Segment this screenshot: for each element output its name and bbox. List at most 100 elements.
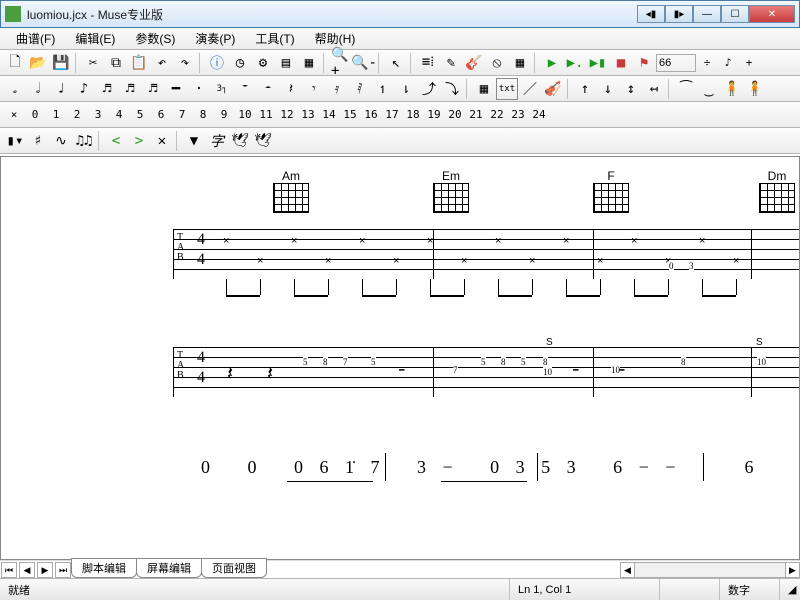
marker-icon[interactable]: ▼ <box>183 130 205 152</box>
fret-9[interactable]: 9 <box>214 104 234 126</box>
fretgrid-icon[interactable]: ▦ <box>473 78 495 100</box>
beam-icon[interactable]: ♫♫ <box>73 130 95 152</box>
dot-icon[interactable]: · <box>188 78 210 100</box>
fret-18[interactable]: 18 <box>403 104 423 126</box>
rest-16th-icon[interactable]: 𝄿 <box>326 78 348 100</box>
cut-icon[interactable]: ✂ <box>82 52 104 74</box>
undo-icon[interactable]: ↶ <box>151 52 173 74</box>
decresc-icon[interactable]: > <box>128 130 150 152</box>
tab-screen-edit[interactable]: 屏幕编辑 <box>136 558 202 578</box>
next-window-button[interactable]: ▮▸ <box>665 5 693 23</box>
trill-icon[interactable]: ∿ <box>50 130 72 152</box>
rest-whole-icon[interactable]: 𝄻 <box>234 78 256 100</box>
copy-icon[interactable]: ⧉ <box>105 52 127 74</box>
stem-down-icon[interactable]: ⇂ <box>395 78 417 100</box>
fret-6[interactable]: 6 <box>151 104 171 126</box>
menu-play[interactable]: 演奏(P) <box>185 28 245 49</box>
fret-2[interactable]: 2 <box>67 104 87 126</box>
person2-icon[interactable]: 🧍 <box>744 78 766 100</box>
arrow-down-icon[interactable]: ↓ <box>597 78 619 100</box>
close-button[interactable]: ✕ <box>749 5 795 23</box>
textbox-icon[interactable]: txt <box>496 78 518 100</box>
tempo-div-icon[interactable]: ÷ <box>697 52 717 74</box>
fret-5[interactable]: 5 <box>130 104 150 126</box>
fret-24[interactable]: 24 <box>529 104 549 126</box>
maximize-button[interactable]: ☐ <box>721 5 749 23</box>
fret-17[interactable]: 17 <box>382 104 402 126</box>
doc2-icon[interactable]: ▦ <box>298 52 320 74</box>
tempo-field[interactable]: 66 <box>656 54 696 72</box>
note-whole-icon[interactable]: 𝅗 <box>4 78 26 100</box>
tab-last-icon[interactable]: ⏭ <box>55 562 71 578</box>
slur-up-icon[interactable]: ‿ <box>698 78 720 100</box>
resize-grip-icon[interactable]: ◢ <box>780 579 800 600</box>
tab-script-edit[interactable]: 脚本编辑 <box>71 558 137 578</box>
tie-icon[interactable]: 3┐ <box>211 78 233 100</box>
note-eighth-icon[interactable]: ♪ <box>73 78 95 100</box>
new-icon[interactable]: 🗋 <box>4 52 26 74</box>
rest-half-icon[interactable]: 𝄼 <box>257 78 279 100</box>
guitar-icon[interactable]: 🎸 <box>463 52 485 74</box>
doc1-icon[interactable]: ▤ <box>275 52 297 74</box>
info-icon[interactable]: ⓘ <box>206 52 228 74</box>
line-icon[interactable]: ／ <box>519 78 541 100</box>
menu-tools[interactable]: 工具(T) <box>245 28 304 49</box>
rest-32nd-icon[interactable]: 𝅀 <box>349 78 371 100</box>
fret-12[interactable]: 12 <box>277 104 297 126</box>
fret-23[interactable]: 23 <box>508 104 528 126</box>
play-from-icon[interactable]: ▶. <box>564 52 586 74</box>
stop-icon[interactable]: ■ <box>610 52 632 74</box>
fret-16[interactable]: 16 <box>361 104 381 126</box>
horizontal-scrollbar[interactable]: ◀ ▶ <box>620 562 800 578</box>
barline2-icon[interactable]: ▮▾ <box>4 130 26 152</box>
skip-start-icon[interactable]: ▶▮ <box>587 52 609 74</box>
scroll-right-icon[interactable]: ▶ <box>785 563 799 577</box>
tab-prev-icon[interactable]: ◀ <box>19 562 35 578</box>
record-icon[interactable]: ⚑ <box>633 52 655 74</box>
rest-icon[interactable]: ━ <box>165 78 187 100</box>
stop-play-icon[interactable]: ⦸ <box>486 52 508 74</box>
menu-edit[interactable]: 编辑(E) <box>65 28 125 49</box>
grace-up-icon[interactable]: ⤴ <box>418 78 440 100</box>
paste-icon[interactable]: 📋 <box>128 52 150 74</box>
scroll-left-icon[interactable]: ◀ <box>621 563 635 577</box>
fret-15[interactable]: 15 <box>340 104 360 126</box>
zoom-out-icon[interactable]: 🔍- <box>353 52 375 74</box>
arrow-up-icon[interactable]: ↑ <box>574 78 596 100</box>
fret-19[interactable]: 19 <box>424 104 444 126</box>
open-icon[interactable]: 📂 <box>27 52 49 74</box>
rest-eighth-icon[interactable]: 𝄾 <box>303 78 325 100</box>
minimize-button[interactable]: — <box>693 5 721 23</box>
accent-icon[interactable]: ✕ <box>151 130 173 152</box>
arrow-left-icon[interactable]: ↤ <box>643 78 665 100</box>
fret-3[interactable]: 3 <box>88 104 108 126</box>
fret-4[interactable]: 4 <box>109 104 129 126</box>
tab-page-view[interactable]: 页面视图 <box>201 558 267 578</box>
note-half-icon[interactable]: 𝅗𝅥 <box>27 78 49 100</box>
sharp-icon[interactable]: ♯ <box>27 130 49 152</box>
fret-14[interactable]: 14 <box>319 104 339 126</box>
save-icon[interactable]: 💾 <box>50 52 72 74</box>
bird2-icon[interactable]: 🕊 <box>252 130 274 152</box>
fret-10[interactable]: 10 <box>235 104 255 126</box>
tab-next-icon[interactable]: ▶ <box>37 562 53 578</box>
fret-x-icon[interactable]: × <box>4 104 24 126</box>
prev-window-button[interactable]: ◂▮ <box>637 5 665 23</box>
edit-icon[interactable]: ✎ <box>440 52 462 74</box>
fret-8[interactable]: 8 <box>193 104 213 126</box>
score-canvas[interactable]: AmEmFDm TAB 4 4 ×××××××××××××××× 0 3 TAB… <box>0 156 800 560</box>
cresc-icon[interactable]: < <box>105 130 127 152</box>
tab-first-icon[interactable]: ⏮ <box>1 562 17 578</box>
arrow-both-icon[interactable]: ↕ <box>620 78 642 100</box>
note-16th-icon[interactable]: ♬ <box>96 78 118 100</box>
stem-up-icon[interactable]: ↿ <box>372 78 394 100</box>
barline-icon[interactable]: ≡⁞ <box>417 52 439 74</box>
fret-7[interactable]: 7 <box>172 104 192 126</box>
pointer-icon[interactable]: ↖ <box>385 52 407 74</box>
person1-icon[interactable]: 🧍 <box>721 78 743 100</box>
fret-1[interactable]: 1 <box>46 104 66 126</box>
fret-20[interactable]: 20 <box>445 104 465 126</box>
menu-params[interactable]: 参数(S) <box>125 28 185 49</box>
tempo-add-icon[interactable]: + <box>739 52 759 74</box>
fret-11[interactable]: 11 <box>256 104 276 126</box>
